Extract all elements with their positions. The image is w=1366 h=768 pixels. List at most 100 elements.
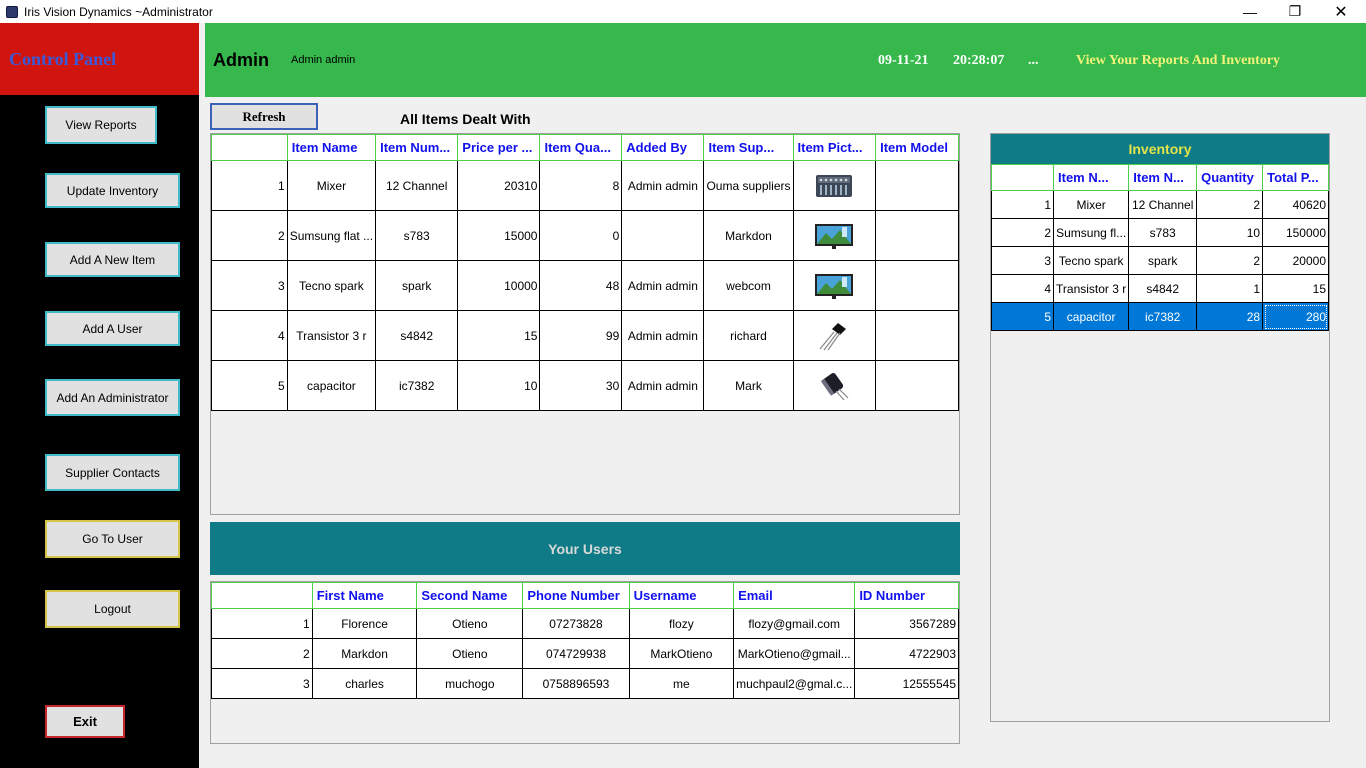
- items-column-header[interactable]: Item Pict...: [792, 134, 877, 161]
- items-cell: 15000: [457, 210, 541, 261]
- items-cell: Admin admin: [621, 160, 705, 211]
- exit-button[interactable]: Exit: [45, 705, 125, 738]
- inventory-cell: 2: [1196, 246, 1264, 275]
- users-table-row[interactable]: 3 charles muchogo 0758896593 me muchpaul2@gma…: [211, 668, 959, 699]
- tv-image: [814, 273, 854, 299]
- users-column-header[interactable]: Phone Number: [522, 582, 630, 609]
- inventory-table-row[interactable]: 4 Transistor 3 r s4842 1 15: [991, 274, 1329, 303]
- items-table: Item Name Item Num... Price per ... Item Qu…: [211, 134, 959, 411]
- inventory-banner: Inventory: [991, 134, 1329, 164]
- users-table: First Name Second Name Phone Number Usernam…: [211, 582, 959, 699]
- row-number: 4: [991, 274, 1055, 303]
- users-cell: 07273828: [522, 608, 630, 639]
- item-picture-cell: [792, 260, 877, 311]
- items-cell: Ouma suppliers: [703, 160, 794, 211]
- inventory-cell: 20000: [1262, 246, 1329, 275]
- supplier-contacts-button[interactable]: Supplier Contacts: [45, 454, 180, 491]
- inventory-cell: Tecno spark: [1053, 246, 1130, 275]
- restore-icon[interactable]: ❐: [1272, 0, 1318, 23]
- items-column-header[interactable]: Added By: [621, 134, 705, 161]
- items-table-row[interactable]: 4 Transistor 3 r s4842 15 99 Admin admin richa…: [211, 310, 959, 361]
- row-number: 2: [991, 218, 1055, 247]
- users-column-header[interactable]: Second Name: [416, 582, 524, 609]
- items-cell: [875, 210, 959, 261]
- users-grid[interactable]: First Name Second Name Phone Number Usernam…: [210, 581, 960, 744]
- inventory-column-header[interactable]: Total P...: [1262, 164, 1329, 191]
- items-cell: 0: [539, 210, 623, 261]
- row-number: 1: [211, 160, 288, 211]
- items-table-row[interactable]: 2 Sumsung flat ... s783 15000 0 Markdon: [211, 210, 959, 261]
- inventory-title: Inventory: [1128, 141, 1192, 157]
- items-column-header[interactable]: Item Num...: [375, 134, 459, 161]
- capacitor-image: [814, 372, 854, 400]
- inventory-cell: 280: [1262, 302, 1329, 331]
- items-cell: webcom: [703, 260, 794, 311]
- items-column-header[interactable]: Item Model: [875, 134, 959, 161]
- items-column-header[interactable]: Item Qua...: [539, 134, 623, 161]
- items-cell: s783: [375, 210, 459, 261]
- items-table-row[interactable]: 3 Tecno spark spark 10000 48 Admin admin webco…: [211, 260, 959, 311]
- inventory-column-header[interactable]: Item N...: [1053, 164, 1130, 191]
- inventory-cell: Transistor 3 r: [1053, 274, 1130, 303]
- header-bar: Admin Admin admin 09-11-21 20:28:07 ... …: [205, 23, 1366, 97]
- users-cell: muchogo: [416, 668, 524, 699]
- inventory-table-row[interactable]: 2 Sumsung fl... s783 10 150000: [991, 218, 1329, 247]
- minimize-icon[interactable]: —: [1227, 0, 1273, 23]
- users-cell: 074729938: [522, 638, 630, 669]
- users-column-header[interactable]: First Name: [311, 582, 418, 609]
- items-column-header[interactable]: Price per ...: [457, 134, 541, 161]
- mixer-image: [814, 174, 854, 197]
- inventory-grid[interactable]: Inventory Item N... Item N... Quantity Tota…: [990, 133, 1330, 722]
- items-cell: [875, 260, 959, 311]
- item-picture-cell: [792, 160, 877, 211]
- users-cell: Otieno: [416, 638, 524, 669]
- items-cell: 10000: [457, 260, 541, 311]
- users-column-header[interactable]: Email: [733, 582, 856, 609]
- go-to-user-button[interactable]: Go To User: [45, 520, 180, 558]
- view-reports-button[interactable]: View Reports: [45, 106, 157, 144]
- add-new-item-button[interactable]: Add A New Item: [45, 242, 180, 277]
- users-column-header[interactable]: Username: [628, 582, 735, 609]
- control-panel-title: Control Panel: [9, 48, 117, 69]
- inventory-cell: s4842: [1128, 274, 1198, 303]
- inventory-column-header[interactable]: Item N...: [1128, 164, 1198, 191]
- users-table-row[interactable]: 1 Florence Otieno 07273828 flozy flozy@gmail.…: [211, 608, 959, 639]
- items-cell: spark: [375, 260, 459, 311]
- user-name: Admin admin: [291, 54, 356, 66]
- items-cell: ic7382: [375, 360, 459, 411]
- items-cell: 8: [539, 160, 623, 211]
- inventory-table-row[interactable]: 5 capacitor ic7382 28 280: [991, 302, 1329, 331]
- items-cell: 12 Channel: [375, 160, 459, 211]
- items-column-header[interactable]: Item Sup...: [703, 134, 794, 161]
- inventory-cell: s783: [1128, 218, 1198, 247]
- add-administrator-button[interactable]: Add An Administrator: [45, 379, 180, 416]
- add-user-button[interactable]: Add A User: [45, 311, 180, 346]
- inventory-cell: 10: [1196, 218, 1264, 247]
- users-table-row[interactable]: 2 Markdon Otieno 074729938 MarkOtieno MarkOti…: [211, 638, 959, 669]
- row-number: 3: [211, 668, 313, 699]
- item-picture-cell: [792, 360, 877, 411]
- inventory-column-header[interactable]: Quantity: [1196, 164, 1264, 191]
- logout-button[interactable]: Logout: [45, 590, 180, 628]
- refresh-button[interactable]: Refresh: [210, 103, 318, 130]
- items-grid[interactable]: Item Name Item Num... Price per ... Item Qu…: [210, 133, 960, 515]
- inventory-table-row[interactable]: 1 Mixer 12 Channel 2 40620: [991, 190, 1329, 219]
- users-cell: Markdon: [311, 638, 418, 669]
- inventory-table-row[interactable]: 3 Tecno spark spark 2 20000: [991, 246, 1329, 275]
- header-tagline: View Your Reports And Inventory: [1076, 53, 1281, 68]
- users-column-header[interactable]: ID Number: [854, 582, 959, 609]
- items-column-header[interactable]: Item Name: [286, 134, 377, 161]
- update-inventory-button[interactable]: Update Inventory: [45, 173, 180, 208]
- items-table-row[interactable]: 5 capacitor ic7382 10 30 Admin admin Mark: [211, 360, 959, 411]
- users-cell: flozy: [628, 608, 735, 639]
- items-cell: Markdon: [703, 210, 794, 261]
- row-number: 2: [211, 638, 313, 669]
- date-display: 09-11-21: [878, 53, 929, 68]
- items-cell: 99: [539, 310, 623, 361]
- users-cell: me: [628, 668, 735, 699]
- close-icon[interactable]: ✕: [1318, 0, 1364, 23]
- transistor-image: [814, 322, 854, 350]
- users-cell: Otieno: [416, 608, 524, 639]
- items-table-row[interactable]: 1 Mixer 12 Channel 20310 8 Admin admin Ouma su…: [211, 160, 959, 211]
- users-cell: 4722903: [854, 638, 959, 669]
